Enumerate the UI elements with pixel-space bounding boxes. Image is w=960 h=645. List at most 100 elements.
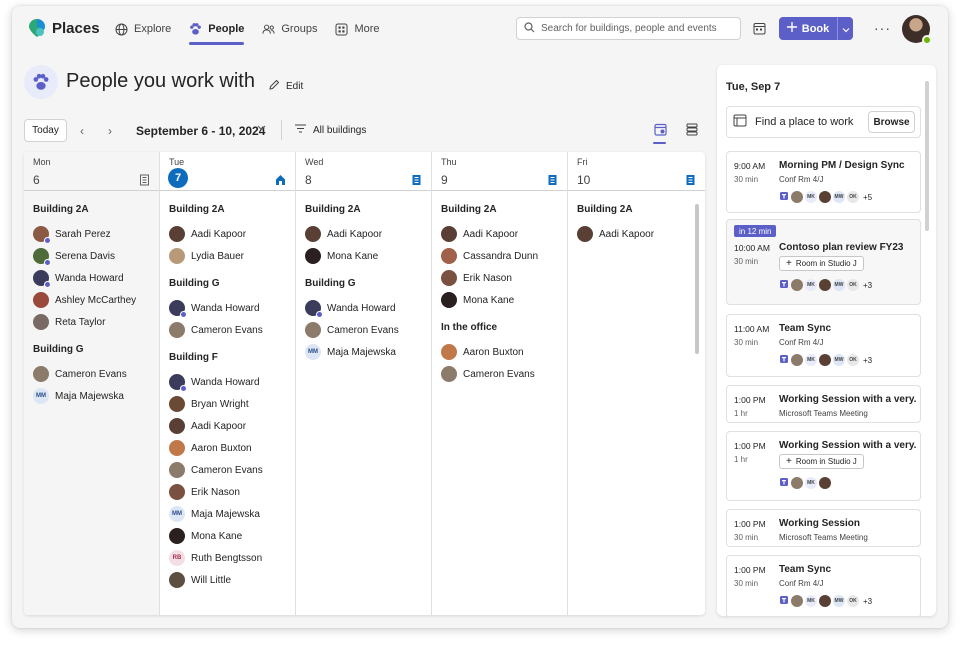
person-item[interactable]: Ashley McCarthey <box>33 292 136 308</box>
person-item[interactable]: Wanda Howard <box>305 300 396 318</box>
person-item[interactable]: Wanda Howard <box>169 374 260 392</box>
attendee-avatar: OK <box>847 354 859 366</box>
building-group-title: Building 2A <box>169 204 225 215</box>
person-item[interactable]: Bryan Wright <box>169 396 249 412</box>
person-name: Will Little <box>191 574 232 586</box>
event-duration: 30 min <box>734 338 759 347</box>
nav-groups[interactable]: Groups <box>253 6 326 52</box>
person-item[interactable]: Lydia Bauer <box>169 248 244 264</box>
day-body: Building 2A Aadi Kapoor Mona Kane Building … <box>296 192 431 615</box>
person-item[interactable]: MM Maja Majewska <box>169 506 260 522</box>
nav-more-label: More <box>354 23 380 35</box>
person-item[interactable]: Aadi Kapoor <box>441 226 518 242</box>
home-icon[interactable] <box>275 174 286 189</box>
event-card[interactable]: 1:00 PM 30 min Working Session Microsoft Te… <box>726 509 921 547</box>
person-name: Wanda Howard <box>327 302 396 314</box>
person-item[interactable]: Aadi Kapoor <box>169 418 246 434</box>
avatar <box>169 418 185 434</box>
event-card[interactable]: 1:00 PM 30 min Team Sync Conf Rm 4/J MK MW OK +… <box>726 555 921 616</box>
book-button[interactable]: Book <box>779 17 837 40</box>
event-card[interactable]: 9:00 AM 30 min Morning PM / Design Sync Con… <box>726 151 921 213</box>
book-dropdown-button[interactable] <box>837 17 853 40</box>
previous-week-icon[interactable]: ‹ <box>80 124 84 138</box>
grid-scrollbar[interactable] <box>695 204 699 354</box>
person-item[interactable]: Cameron Evans <box>169 462 263 478</box>
brand[interactable]: Places <box>28 18 100 38</box>
building-outline-icon[interactable] <box>139 174 150 189</box>
nav-explore[interactable]: Explore <box>106 6 180 52</box>
person-item[interactable]: Aadi Kapoor <box>169 226 246 242</box>
calendar-view-icon[interactable] <box>653 123 667 144</box>
browse-button[interactable]: Browse <box>868 111 915 133</box>
edit-button[interactable]: Edit <box>268 79 303 94</box>
nav-more[interactable]: More <box>326 6 388 52</box>
event-card[interactable]: 11:00 AM 30 min Team Sync Conf Rm 4/J MK MW OK… <box>726 314 921 377</box>
attendee-list[interactable]: MK MW OK +3 <box>779 353 872 367</box>
person-name: Ruth Bengtsson <box>191 552 263 564</box>
person-name: Mona Kane <box>191 530 243 542</box>
attendee-list[interactable]: MK MW OK +3 <box>779 594 872 608</box>
person-item[interactable]: Cameron Evans <box>33 366 127 382</box>
person-item[interactable]: Mona Kane <box>169 528 242 544</box>
avatar <box>33 270 51 288</box>
attendee-avatar: MK <box>805 279 817 291</box>
buildings-filter[interactable]: All buildings <box>295 124 366 136</box>
person-item[interactable]: Reta Taylor <box>33 314 105 330</box>
nav-people[interactable]: People <box>180 6 253 52</box>
person-item[interactable]: Will Little <box>169 572 231 588</box>
find-place-card[interactable]: Find a place to work Browse <box>726 106 921 138</box>
person-item[interactable]: Aadi Kapoor <box>577 226 654 242</box>
person-item[interactable]: Aaron Buxton <box>441 344 524 360</box>
today-button[interactable]: Today <box>24 119 67 142</box>
person-item[interactable]: MM Maja Majewska <box>305 344 396 360</box>
event-card[interactable]: 1:00 PM 1 hr Working Session with a very..… <box>726 385 921 423</box>
attendee-list[interactable]: MK MW OK +3 <box>779 278 872 292</box>
person-item[interactable]: Aadi Kapoor <box>305 226 382 242</box>
person-item[interactable]: Wanda Howard <box>33 270 124 288</box>
more-options-icon[interactable]: ··· <box>874 20 891 36</box>
person-item[interactable]: RB Ruth Bengtsson <box>169 550 262 566</box>
person-item[interactable]: Cameron Evans <box>441 366 535 382</box>
building-filled-icon[interactable] <box>547 174 558 189</box>
avatar <box>169 572 185 588</box>
building-filled-icon[interactable] <box>685 174 696 189</box>
next-week-icon[interactable]: › <box>108 124 112 138</box>
person-item[interactable]: Aaron Buxton <box>169 440 252 456</box>
person-item[interactable]: Erik Nason <box>169 484 240 500</box>
person-item[interactable]: Cameron Evans <box>169 322 263 338</box>
attendee-list[interactable]: MK MW OK +5 <box>779 190 872 204</box>
person-item[interactable]: Cameron Evans <box>305 322 399 338</box>
attendee-avatar <box>819 279 831 291</box>
person-item[interactable]: Sarah Perez <box>33 226 111 244</box>
chevron-down-icon[interactable] <box>257 123 266 134</box>
date-range-picker[interactable]: September 6 - 10, 2024 <box>136 124 265 138</box>
event-title: Team Sync <box>779 323 832 334</box>
avatar <box>169 484 185 500</box>
event-title: Morning PM / Design Sync <box>779 160 905 171</box>
person-item[interactable]: Mona Kane <box>441 292 514 308</box>
person-item[interactable]: Wanda Howard <box>169 300 260 318</box>
calendar-icon[interactable] <box>753 22 766 38</box>
search-input[interactable] <box>541 23 731 34</box>
day-date: 9 <box>441 173 448 187</box>
person-name: Aadi Kapoor <box>191 420 247 432</box>
person-name: Cameron Evans <box>191 324 263 336</box>
building-group-title: Building G <box>305 278 356 289</box>
person-item[interactable]: MM Maja Majewska <box>33 388 124 404</box>
building-filled-icon[interactable] <box>411 174 422 189</box>
add-room-button[interactable]: + Room in Studio J <box>779 454 864 469</box>
event-time: 1:00 PM <box>734 565 766 575</box>
avatar <box>441 366 457 382</box>
attendee-list[interactable]: MK <box>779 476 831 490</box>
event-card[interactable]: in 12 min 10:00 AM 30 min Contoso plan revi… <box>726 219 921 305</box>
person-item[interactable]: Erik Nason <box>441 270 512 286</box>
person-item[interactable]: Cassandra Dunn <box>441 248 538 264</box>
event-card[interactable]: 1:00 PM 1 hr Working Session with a very..… <box>726 431 921 501</box>
add-room-button[interactable]: + Room in Studio J <box>779 256 864 271</box>
person-item[interactable]: Mona Kane <box>305 248 378 264</box>
day-column: Wed 8 Building 2A Aadi Kapoor Mona Kane Build… <box>296 152 432 615</box>
search-box[interactable] <box>516 17 741 40</box>
person-item[interactable]: Serena Davis <box>33 248 115 266</box>
list-view-icon[interactable] <box>686 123 698 139</box>
agenda-scrollbar[interactable] <box>925 81 929 231</box>
